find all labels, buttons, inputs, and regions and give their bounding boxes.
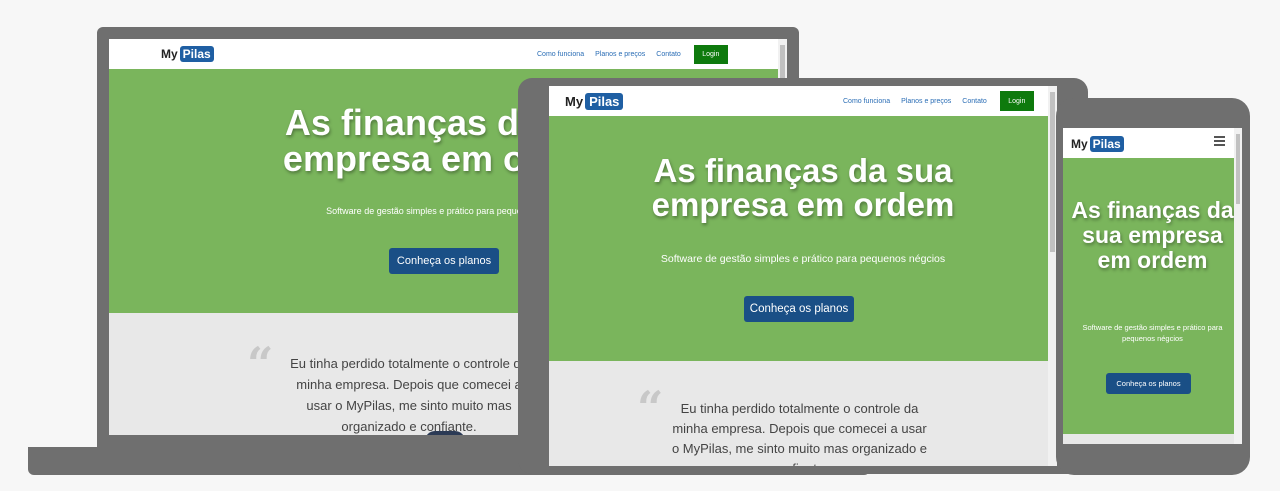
navbar: My Pilas Como funciona Planos e preços C…: [109, 39, 787, 69]
hero-subtitle: Software de gestão simples e prático par…: [1082, 323, 1223, 343]
hero-title-text: As finanças da sua empresa em ordem: [651, 152, 955, 223]
logo-my: My: [161, 47, 178, 61]
cta-button[interactable]: Conheça os planos: [1106, 373, 1191, 394]
scroll-thumb[interactable]: [1236, 134, 1240, 204]
nav-link-planos[interactable]: Planos e preços: [595, 51, 645, 58]
logo-my: My: [565, 94, 584, 109]
testimonial-section: “ Eu tinha perdido totalmente o controle…: [549, 361, 1057, 466]
nav-link-contato[interactable]: Contato: [656, 51, 681, 58]
nav-links: Como funciona Planos e preços Contato Lo…: [843, 91, 1034, 111]
phone-screen: My Pilas As finanças da sua empresa em o…: [1063, 128, 1242, 444]
nav-link-planos[interactable]: Planos e preços: [901, 98, 951, 105]
quote-mark-icon: “: [247, 337, 274, 391]
logo[interactable]: My Pilas: [1071, 136, 1124, 152]
scroll-thumb[interactable]: [780, 45, 785, 81]
logo[interactable]: My Pilas: [565, 93, 624, 110]
scrollbar[interactable]: [1234, 128, 1242, 444]
navbar: My Pilas: [1063, 128, 1242, 158]
cta-button[interactable]: Conheça os planos: [389, 248, 499, 274]
login-button[interactable]: Login: [693, 45, 728, 64]
logo-pilas: Pilas: [179, 46, 214, 62]
hero-title: As finanças da sua empresa em ordem: [549, 154, 1057, 222]
hero-subtitle: Software de gestão simples e prático par…: [660, 253, 946, 265]
logo-my: My: [1071, 137, 1088, 151]
testimonial-quote: Eu tinha perdido totalmente o controle d…: [290, 356, 528, 434]
nav-link-como-funciona[interactable]: Como funciona: [537, 51, 584, 58]
tablet-screen: My Pilas Como funciona Planos e preços C…: [549, 86, 1057, 466]
nav-link-contato[interactable]: Contato: [962, 98, 987, 105]
logo-pilas: Pilas: [585, 93, 624, 110]
hamburger-menu-icon[interactable]: [1214, 136, 1225, 146]
navbar: My Pilas Como funciona Planos e preços C…: [549, 86, 1057, 116]
quote-mark-icon: “: [637, 381, 664, 435]
hero-title: As finanças da sua empresa em ordem: [1071, 197, 1234, 273]
logo[interactable]: My Pilas: [161, 46, 214, 62]
logo-pilas: Pilas: [1089, 136, 1124, 152]
login-button[interactable]: Login: [999, 91, 1034, 111]
nav-links: Como funciona Planos e preços Contato Lo…: [537, 45, 728, 64]
testimonial-quote: Eu tinha perdido totalmente o controle d…: [671, 401, 928, 466]
scroll-thumb[interactable]: [1050, 92, 1055, 252]
nav-link-como-funciona[interactable]: Como funciona: [843, 98, 890, 105]
testimonial-section: [1063, 434, 1242, 444]
cta-button[interactable]: Conheça os planos: [744, 296, 854, 322]
hero-section: As finanças da sua empresa em ordem Soft…: [549, 116, 1057, 361]
avatar: [425, 431, 465, 435]
hero-section: As finanças da sua empresa em ordem Soft…: [1063, 158, 1242, 434]
responsive-mockup: My Pilas Como funciona Planos e preços C…: [0, 0, 1280, 491]
